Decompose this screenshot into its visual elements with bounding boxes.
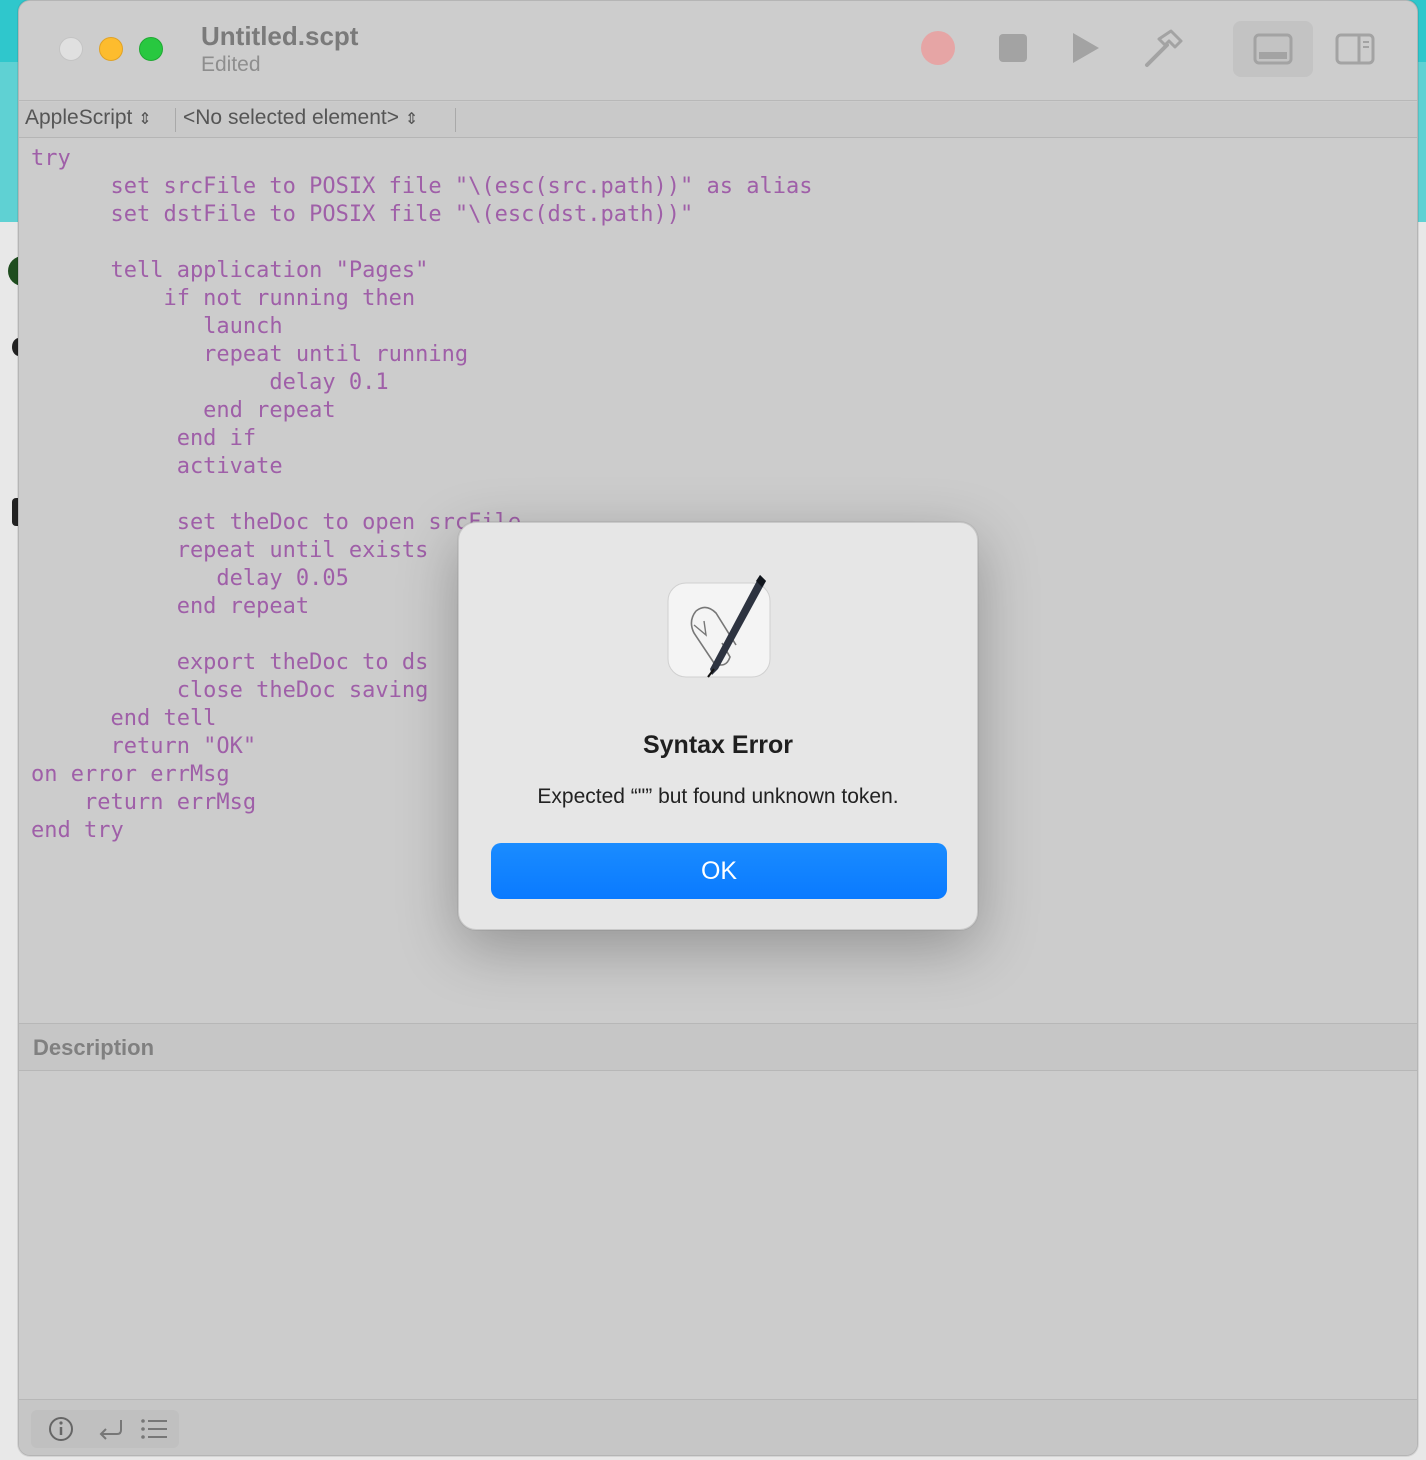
language-label: AppleScript — [25, 106, 133, 129]
zoom-window-button[interactable] — [139, 37, 163, 61]
info-icon[interactable] — [37, 1410, 85, 1448]
element-label: <No selected element> — [183, 106, 399, 129]
code-line[interactable]: tell application "Pages" — [31, 257, 812, 285]
title-bar[interactable]: Untitled.scpt Edited — [19, 1, 1417, 101]
code-line[interactable]: set srcFile to POSIX file "\(esc(src.pat… — [31, 173, 812, 201]
dialog-message: Expected “"” but found unknown token. — [537, 785, 899, 808]
code-line[interactable]: end repeat — [31, 397, 812, 425]
dialog-title: Syntax Error — [642, 731, 794, 759]
description-area[interactable] — [19, 1071, 1417, 1399]
nav-divider — [175, 108, 176, 132]
stop-icon[interactable] — [999, 34, 1027, 62]
minimize-window-button[interactable] — [99, 37, 123, 61]
code-line[interactable]: set dstFile to POSIX file "\(esc(dst.pat… — [31, 201, 812, 229]
bottom-bar — [19, 1399, 1417, 1455]
record-icon[interactable] — [921, 31, 955, 65]
code-line[interactable]: launch — [31, 313, 812, 341]
compile-icon[interactable] — [1141, 27, 1185, 71]
show-log-button[interactable] — [1233, 21, 1313, 77]
description-title: Description — [33, 1035, 155, 1060]
code-line[interactable] — [31, 229, 812, 257]
description-header: Description — [19, 1023, 1417, 1071]
code-line[interactable]: if not running then — [31, 285, 812, 313]
code-line[interactable]: end if — [31, 425, 812, 453]
code-line[interactable]: activate — [31, 453, 812, 481]
show-inspector-icon[interactable] — [1335, 33, 1375, 65]
chevron-updown-icon: ⇕ — [404, 111, 419, 128]
run-icon[interactable] — [1073, 33, 1099, 63]
list-icon[interactable] — [131, 1410, 179, 1448]
language-popup[interactable]: AppleScript ⇕ — [25, 106, 152, 130]
code-line[interactable]: delay 0.1 — [31, 369, 812, 397]
show-log-icon — [1253, 33, 1293, 65]
chevron-updown-icon: ⇕ — [138, 111, 152, 128]
close-window-button[interactable] — [59, 37, 83, 61]
code-line[interactable]: try — [31, 145, 812, 173]
reply-icon[interactable] — [87, 1410, 135, 1448]
script-editor-app-icon — [667, 575, 771, 678]
code-line[interactable]: repeat until running — [31, 341, 812, 369]
nav-divider — [455, 108, 456, 132]
document-title: Untitled.scpt — [201, 21, 359, 51]
navigation-bar: AppleScript ⇕ <No selected element> ⇕ — [19, 102, 1417, 138]
document-status: Edited — [201, 53, 261, 76]
element-popup[interactable]: <No selected element> ⇕ — [183, 106, 418, 130]
log-view-selector — [31, 1410, 179, 1448]
syntax-error-dialog: Syntax Error Expected “"” but found unkn… — [458, 522, 978, 930]
ok-button[interactable]: OK — [491, 843, 947, 899]
code-line[interactable] — [31, 481, 812, 509]
